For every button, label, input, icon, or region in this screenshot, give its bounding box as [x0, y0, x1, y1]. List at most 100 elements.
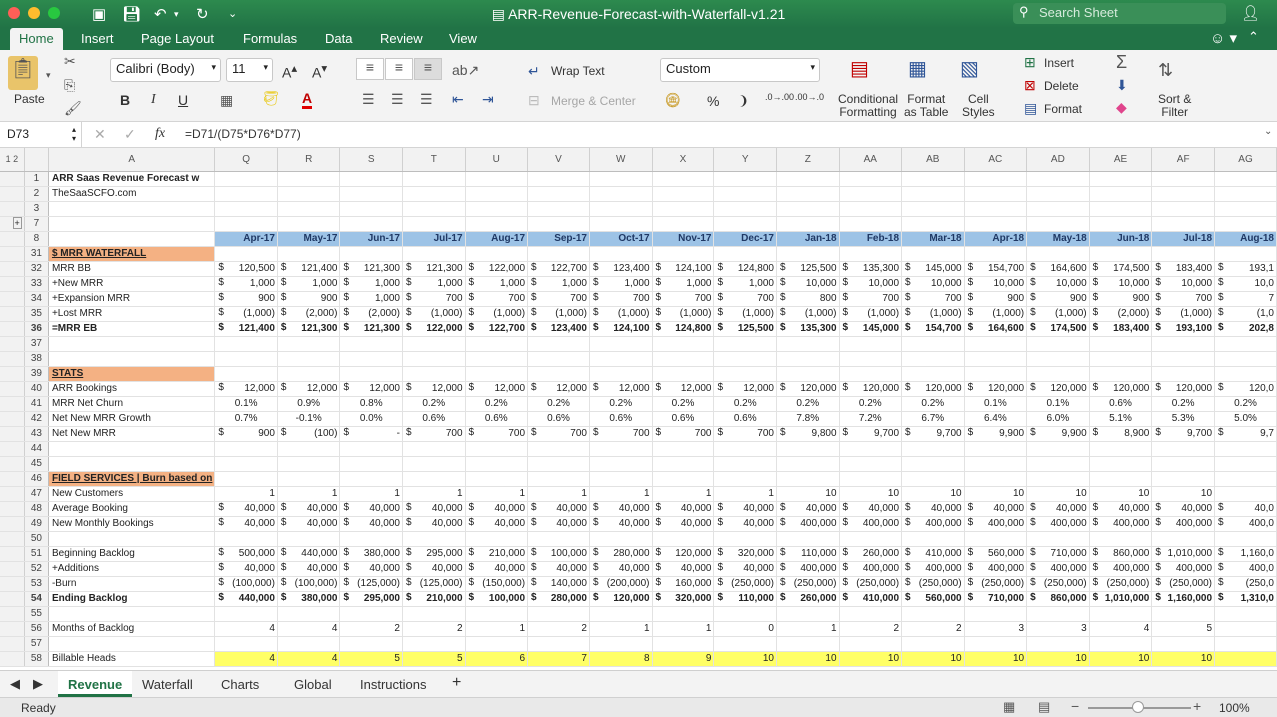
cell-v44[interactable]: [527, 441, 590, 457]
cell-t56[interactable]: 2: [402, 621, 466, 637]
cell-y44[interactable]: [713, 441, 777, 457]
cell-t2[interactable]: [402, 186, 466, 202]
cell-aa32[interactable]: $135,300: [839, 261, 903, 277]
cell-af53[interactable]: $ (250,000): [1151, 576, 1216, 592]
cell-ac52[interactable]: $400,000: [964, 561, 1028, 577]
cell-v47[interactable]: 1: [527, 486, 590, 502]
cell-x2[interactable]: [652, 186, 715, 202]
cell-r39[interactable]: [277, 366, 341, 382]
cell-s47[interactable]: 1: [339, 486, 403, 502]
cell-w51[interactable]: $280,000: [589, 546, 653, 562]
cell-af2[interactable]: [1151, 186, 1216, 202]
cell-y40[interactable]: $12,000: [713, 381, 777, 397]
cell-s31[interactable]: [339, 246, 403, 262]
cell-ab45[interactable]: [901, 456, 965, 472]
cell-ac35[interactable]: $ (1,000): [964, 306, 1028, 322]
cell-u54[interactable]: $100,000: [465, 590, 529, 607]
cell-v1[interactable]: [527, 171, 590, 187]
cell-s56[interactable]: 2: [339, 621, 403, 637]
cell-z47[interactable]: 10: [776, 486, 840, 502]
cell-t35[interactable]: $ (1,000): [402, 306, 466, 322]
cell-w44[interactable]: [589, 441, 653, 457]
cell-v51[interactable]: $100,000: [527, 546, 590, 562]
cell-ag49[interactable]: $400,0: [1214, 516, 1277, 532]
cell-s58[interactable]: 5: [339, 651, 403, 667]
cell-v57[interactable]: [527, 636, 590, 652]
cell-x7[interactable]: [652, 216, 715, 232]
cell-ac42[interactable]: 6.4%: [964, 411, 1028, 427]
align-top-icon[interactable]: ≡: [356, 58, 384, 80]
cell-w48[interactable]: $40,000: [589, 501, 653, 517]
cell-r40[interactable]: $12,000: [277, 381, 341, 397]
cell-aa47[interactable]: 10: [839, 486, 903, 502]
cell-s37[interactable]: [339, 336, 403, 352]
cell-x55[interactable]: [652, 606, 715, 622]
format-cells-button[interactable]: Format: [1044, 102, 1082, 116]
cell-z42[interactable]: 7.8%: [776, 411, 840, 427]
cell-u47[interactable]: 1: [465, 486, 529, 502]
cell-x35[interactable]: $ (1,000): [652, 306, 715, 322]
tab-view[interactable]: View: [449, 31, 477, 46]
cell-a33[interactable]: +New MRR: [48, 276, 216, 292]
cell-r50[interactable]: [277, 531, 341, 547]
cell-ae54[interactable]: $1,010,000: [1089, 590, 1153, 607]
cell-r48[interactable]: $40,000: [277, 501, 341, 517]
cell-t39[interactable]: [402, 366, 466, 382]
wrap-text-button[interactable]: Wrap Text: [551, 64, 605, 78]
column-header-s[interactable]: S: [339, 148, 403, 172]
cell-ab2[interactable]: [901, 186, 965, 202]
cell-y45[interactable]: [713, 456, 777, 472]
cell-r46[interactable]: [277, 471, 341, 487]
cell-ad49[interactable]: $400,000: [1026, 516, 1090, 532]
cell-z1[interactable]: [776, 171, 840, 187]
borders-icon[interactable]: ▦: [220, 92, 233, 109]
cell-ab50[interactable]: [901, 531, 965, 547]
next-sheet-icon[interactable]: ▶: [33, 676, 43, 692]
cell-ag8[interactable]: Aug-18: [1214, 231, 1277, 247]
cell-af42[interactable]: 5.3%: [1151, 411, 1216, 427]
cell-y50[interactable]: [713, 531, 777, 547]
cell-a47[interactable]: New Customers: [48, 486, 216, 502]
cell-ae40[interactable]: $120,000: [1089, 381, 1153, 397]
row-header-47[interactable]: 47: [24, 486, 49, 502]
cell-v55[interactable]: [527, 606, 590, 622]
cell-a31[interactable]: $ MRR WATERFALL: [48, 246, 216, 262]
cell-q46[interactable]: [214, 471, 278, 487]
cell-t38[interactable]: [402, 351, 466, 367]
cell-s34[interactable]: $1,000: [339, 291, 403, 307]
cell-ac47[interactable]: 10: [964, 486, 1028, 502]
cell-ab40[interactable]: $120,000: [901, 381, 965, 397]
row-header-50[interactable]: 50: [24, 531, 49, 547]
row-header-42[interactable]: 42: [24, 411, 49, 427]
cell-ab56[interactable]: 2: [901, 621, 965, 637]
cell-aa43[interactable]: $9,700: [839, 426, 903, 442]
cell-q1[interactable]: [214, 171, 278, 187]
cell-y31[interactable]: [713, 246, 777, 262]
cell-ab38[interactable]: [901, 351, 965, 367]
cell-q2[interactable]: [214, 186, 278, 202]
sheet-tab-instructions[interactable]: Instructions: [360, 677, 426, 692]
cell-r41[interactable]: 0.9%: [277, 396, 341, 412]
cell-ad34[interactable]: $900: [1026, 291, 1090, 307]
cell-af33[interactable]: $10,000: [1151, 276, 1216, 292]
column-header-ag[interactable]: AG: [1214, 148, 1277, 172]
cell-ag54[interactable]: $1,310,0: [1214, 590, 1277, 607]
cell-ae39[interactable]: [1089, 366, 1153, 382]
cell-v2[interactable]: [527, 186, 590, 202]
cell-ad44[interactable]: [1026, 441, 1090, 457]
name-box[interactable]: D73 ▴ ▾: [0, 122, 82, 147]
align-middle-icon[interactable]: ≡: [385, 58, 413, 80]
cell-aa39[interactable]: [839, 366, 903, 382]
cell-s32[interactable]: $121,300: [339, 261, 403, 277]
cell-r33[interactable]: $1,000: [277, 276, 341, 292]
cell-ab48[interactable]: $40,000: [901, 501, 965, 517]
cell-ac1[interactable]: [964, 171, 1028, 187]
cell-w43[interactable]: $700: [589, 426, 653, 442]
row-header-53[interactable]: 53: [24, 576, 49, 592]
cell-y49[interactable]: $40,000: [713, 516, 777, 532]
cell-x58[interactable]: 9: [652, 651, 715, 667]
autosum-icon[interactable]: Σ: [1116, 52, 1127, 73]
cell-w42[interactable]: 0.6%: [589, 411, 653, 427]
cell-z48[interactable]: $40,000: [776, 501, 840, 517]
cell-y37[interactable]: [713, 336, 777, 352]
